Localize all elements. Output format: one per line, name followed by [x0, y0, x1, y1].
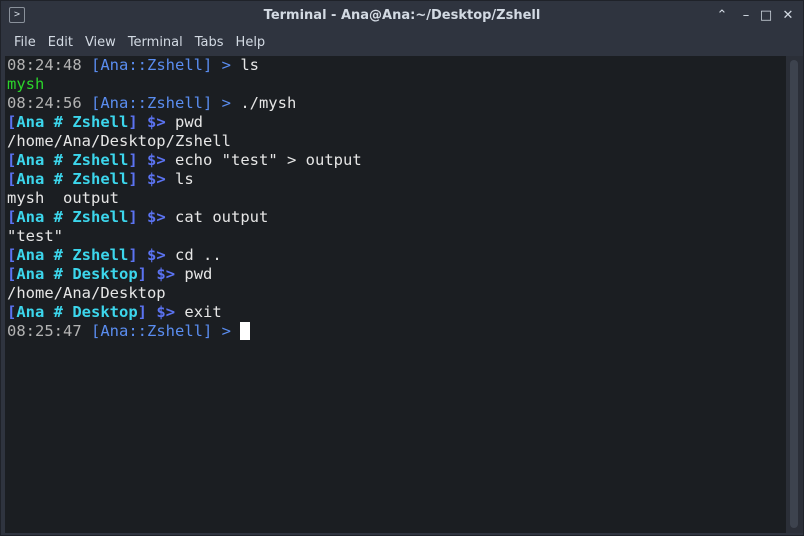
shell-prompt-user: Ana # Desktop	[16, 265, 138, 283]
command-output: mysh output	[7, 189, 119, 207]
minimize-icon[interactable]: –	[737, 7, 755, 25]
terminal-line: [Ana # Zshell] $> echo "test" > output	[7, 151, 362, 170]
menu-item-terminal[interactable]: Terminal	[122, 31, 189, 54]
terminal-line: 08:24:56 [Ana::Zshell] > ./mysh	[7, 94, 296, 113]
terminal-line: /home/Ana/Desktop/Zshell	[7, 132, 231, 151]
command-text: cd ..	[165, 246, 222, 264]
menu-item-help[interactable]: Help	[230, 31, 272, 54]
terminal-output[interactable]: 08:24:48 [Ana::Zshell] > ls mysh 08:24:56 …	[5, 56, 786, 533]
terminal-line: mysh	[7, 75, 44, 94]
command-output: mysh	[7, 75, 45, 93]
shell-prompt-user: Ana # Zshell	[16, 170, 129, 188]
command-output: /home/Ana/Desktop	[7, 284, 166, 302]
command-text: ls	[165, 170, 194, 188]
shell-prompt-symbol: $>	[147, 246, 166, 264]
scrollbar-thumb[interactable]	[790, 60, 798, 528]
command-text: pwd	[175, 265, 213, 283]
command-output: "test"	[7, 227, 63, 245]
menu-item-view[interactable]: View	[79, 31, 122, 54]
terminal-line: [Ana # Zshell] $> ls	[7, 170, 194, 189]
shell-prompt-bracket: [	[7, 265, 17, 283]
command-text	[231, 322, 240, 340]
shell-prompt-bracket: ]	[128, 151, 138, 169]
shell-prompt-user: Ana # Desktop	[16, 303, 138, 321]
terminal-line: /home/Ana/Desktop	[7, 284, 166, 303]
close-icon[interactable]: ✕	[779, 7, 797, 25]
terminal-line: [Ana # Desktop] $> pwd	[7, 265, 212, 284]
timestamp: 08:24:56	[7, 94, 82, 112]
shell-prompt-symbol: $>	[147, 151, 166, 169]
menu-item-edit[interactable]: Edit	[42, 31, 79, 54]
command-text: ./mysh	[230, 94, 297, 112]
shell-prompt-bracket: ]	[128, 246, 138, 264]
menu-bar: File Edit View Terminal Tabs Help	[1, 31, 803, 54]
shell-prompt-bracket: ]	[128, 208, 138, 226]
shell-prompt-bracket: ]	[137, 303, 148, 321]
command-text: pwd	[165, 113, 204, 131]
shell-prompt-symbol: $>	[147, 113, 166, 131]
shell-prompt-symbol: $>	[156, 303, 176, 321]
timestamp: 08:25:47	[7, 322, 82, 340]
maximize-icon[interactable]: □	[757, 7, 775, 25]
terminal-line: [Ana # Zshell] $> pwd	[7, 113, 203, 132]
scrollbar[interactable]	[786, 56, 803, 533]
zsh-prompt: [Ana::Zshell] >	[91, 94, 231, 112]
shell-prompt-bracket: ]	[137, 265, 148, 283]
shell-prompt-user: Ana # Zshell	[16, 151, 129, 169]
shell-prompt-symbol: $>	[147, 170, 166, 188]
text-cursor	[240, 322, 251, 340]
command-output: /home/Ana/Desktop/Zshell	[7, 132, 231, 150]
shell-prompt-bracket: [	[7, 113, 17, 131]
zsh-prompt: [Ana::Zshell] >	[91, 322, 231, 340]
shell-prompt-user: Ana # Zshell	[16, 208, 129, 226]
shell-prompt-bracket: ]	[128, 113, 138, 131]
shell-prompt-bracket: [	[7, 208, 17, 226]
shell-prompt-user: Ana # Zshell	[16, 113, 129, 131]
zsh-prompt: [Ana::Zshell] >	[91, 56, 231, 74]
terminal-line: "test"	[7, 227, 63, 246]
command-text: echo "test" > output	[165, 151, 362, 169]
terminal-line: mysh output	[7, 189, 119, 208]
title-bar[interactable]: > Terminal - Ana@Ana:~/Desktop/Zshell ⌃ …	[1, 1, 803, 31]
shell-prompt-bracket: [	[7, 303, 17, 321]
terminal-line: [Ana # Desktop] $> exit	[7, 303, 222, 322]
menu-item-tabs[interactable]: Tabs	[189, 31, 230, 54]
shell-prompt-bracket: [	[7, 151, 17, 169]
terminal-window: > Terminal - Ana@Ana:~/Desktop/Zshell ⌃ …	[0, 0, 804, 536]
shell-prompt-symbol: $>	[147, 208, 166, 226]
shell-prompt-bracket: [	[7, 170, 17, 188]
timestamp: 08:24:48	[7, 56, 82, 74]
command-text: cat output	[165, 208, 269, 226]
shell-prompt-bracket: [	[7, 246, 17, 264]
shell-prompt-user: Ana # Zshell	[16, 246, 129, 264]
menu-item-file[interactable]: File	[8, 31, 42, 54]
terminal-line: 08:24:48 [Ana::Zshell] > ls	[7, 56, 259, 75]
shell-prompt-bracket: ]	[128, 170, 138, 188]
command-text: ls	[230, 56, 259, 74]
terminal-line: [Ana # Zshell] $> cd ..	[7, 246, 222, 265]
command-text: exit	[175, 303, 222, 321]
terminal-line: 08:25:47 [Ana::Zshell] >	[7, 322, 251, 341]
shell-prompt-symbol: $>	[156, 265, 176, 283]
keep-above-icon[interactable]: ⌃	[713, 7, 731, 25]
window-title: Terminal - Ana@Ana:~/Desktop/Zshell	[263, 8, 541, 23]
terminal-line: [Ana # Zshell] $> cat output	[7, 208, 268, 227]
